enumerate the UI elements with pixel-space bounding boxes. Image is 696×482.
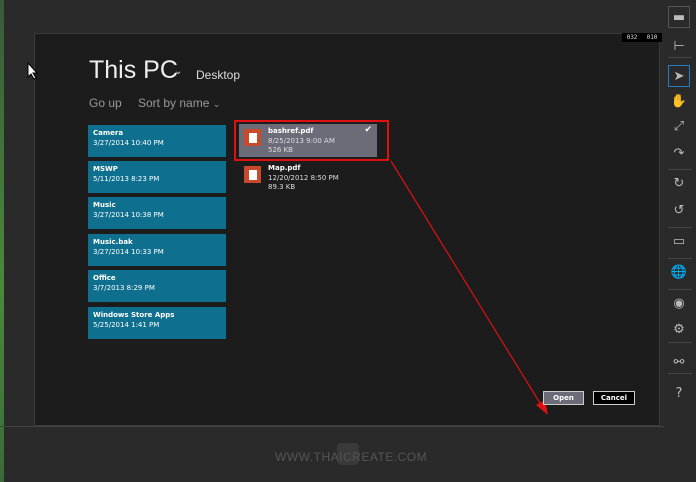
rotate-right-icon[interactable]: ↻ [668,172,690,194]
toolbar-separator [668,342,692,343]
pinch-icon[interactable]: ⤢ [668,115,690,137]
hand-icon[interactable]: ✋ [668,90,690,112]
watermark: WWW.THAICREATE.COM [275,450,428,464]
toolbar-separator [668,227,692,228]
divider [0,426,664,427]
open-button[interactable]: Open [543,391,584,405]
minimize-icon[interactable]: ▬ [668,6,690,28]
rotate-left-icon[interactable]: ↺ [668,199,690,221]
cancel-button[interactable]: Cancel [593,391,635,405]
help-icon[interactable]: ? [668,382,690,404]
settings-icon[interactable]: ⚙ [668,318,690,340]
annotation-arrow [390,160,548,415]
pin-icon[interactable]: ⊢ [668,35,690,57]
toolbar-separator [668,169,692,170]
toolbar-separator [668,258,692,259]
network-icon[interactable]: ⚯ [668,351,690,373]
pointer-icon[interactable]: ➤ [668,65,690,87]
camera-icon[interactable]: ◉ [668,292,690,314]
toolbar-separator [668,57,692,58]
rotate-gesture-icon[interactable]: ↷ [668,142,690,164]
monitor-icon[interactable]: ▭ [668,230,690,252]
toolbar-separator [668,373,692,374]
toolbar-separator [668,289,692,290]
globe-icon[interactable]: 🌐 [668,261,690,283]
